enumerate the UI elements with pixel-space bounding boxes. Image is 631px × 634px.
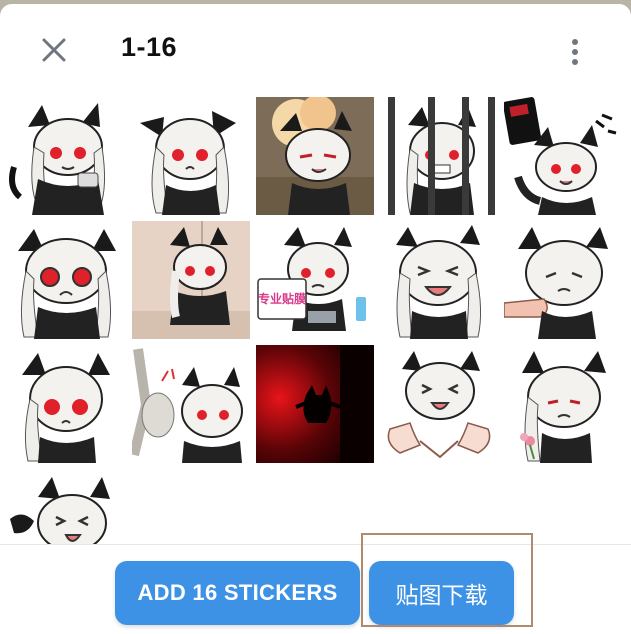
- sticker-12[interactable]: [132, 345, 250, 463]
- close-button[interactable]: [34, 30, 74, 70]
- sticker-grid: 专业贴膜: [8, 97, 626, 587]
- close-icon: [42, 38, 66, 62]
- sticker-10[interactable]: [504, 221, 622, 339]
- sticker-7[interactable]: [132, 221, 250, 339]
- download-stickers-button[interactable]: 贴图下载: [369, 561, 514, 625]
- sticker-4[interactable]: [380, 97, 498, 215]
- more-options-button[interactable]: [556, 32, 594, 72]
- sticker-3[interactable]: [256, 97, 374, 215]
- sticker-5[interactable]: [504, 97, 622, 215]
- sticker-6[interactable]: [8, 221, 126, 339]
- more-vertical-icon: [572, 39, 578, 65]
- sticker-14[interactable]: [380, 345, 498, 463]
- sticker-sign-text: 专业贴膜: [258, 291, 306, 306]
- dialog-header: 1-16: [0, 4, 631, 94]
- add-stickers-button[interactable]: ADD 16 STICKERS: [115, 561, 360, 625]
- sticker-1[interactable]: [8, 97, 126, 215]
- sticker-pack-dialog: 1-16 专业贴膜 ADD 16 STICKERS 贴图下载: [0, 4, 631, 634]
- sticker-11[interactable]: [8, 345, 126, 463]
- sticker-8[interactable]: 专业贴膜: [256, 221, 374, 339]
- sticker-13[interactable]: [256, 345, 374, 463]
- dialog-footer: ADD 16 STICKERS 贴图下载: [0, 544, 631, 634]
- sticker-9[interactable]: [380, 221, 498, 339]
- sticker-2[interactable]: [132, 97, 250, 215]
- sticker-15[interactable]: [504, 345, 622, 463]
- pack-title: 1-16: [121, 32, 178, 62]
